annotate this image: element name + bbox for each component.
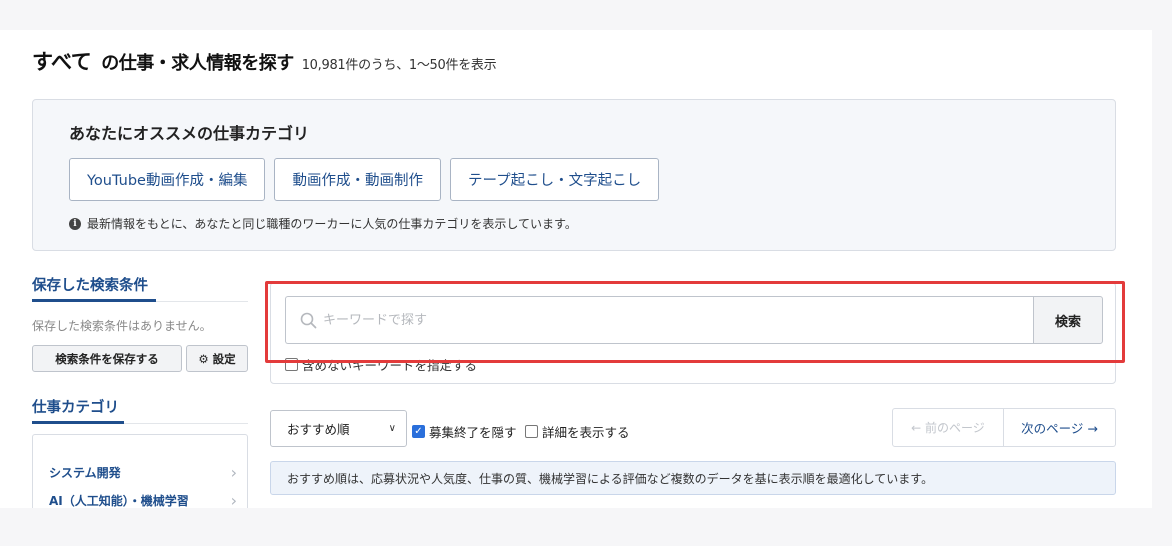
settings-label: 設定 bbox=[212, 351, 236, 366]
exclude-keyword-checkbox[interactable] bbox=[285, 358, 298, 371]
recommend-title: あなたにオススメの仕事カテゴリ bbox=[69, 124, 310, 143]
show-details-label: 詳細を表示する bbox=[542, 425, 630, 440]
pager: ← 前のページ 次のページ → bbox=[892, 408, 1116, 447]
sort-select[interactable]: おすすめ順 ∨ bbox=[270, 410, 407, 447]
search-row: 検索 bbox=[285, 296, 1103, 344]
show-details-option[interactable]: 詳細を表示する bbox=[525, 422, 630, 441]
recommend-note-text: 最新情報をもとに、あなたと同じ職種のワーカーに人気の仕事カテゴリを表示しています… bbox=[87, 217, 577, 231]
search-input-wrapper bbox=[285, 296, 1033, 344]
category-list: システム開発 › AI（人工知能）・機械学習 › bbox=[32, 434, 248, 508]
exclude-keyword-toggle[interactable]: 含めないキーワードを指定する bbox=[285, 355, 477, 374]
hide-closed-checkbox[interactable]: ✓ bbox=[412, 425, 425, 438]
category-label: システム開発 bbox=[49, 465, 121, 480]
show-details-checkbox[interactable] bbox=[525, 425, 538, 438]
chevron-down-icon: ∨ bbox=[388, 423, 396, 434]
category-item-system[interactable]: システム開発 › bbox=[33, 461, 247, 483]
settings-button[interactable]: ⚙ 設定 bbox=[186, 345, 248, 372]
search-panel: 検索 含めないキーワードを指定する bbox=[270, 282, 1116, 384]
page-title: すべて の仕事・求人情報を探す 10,981件のうち、1〜50件を表示 bbox=[32, 46, 497, 76]
sort-row: おすすめ順 ∨ ✓ 募集終了を隠す 詳細を表示する ← 前のページ 次のページ … bbox=[270, 408, 1116, 447]
category-item-ai[interactable]: AI（人工知能）・機械学習 › bbox=[33, 489, 247, 509]
saved-search-empty: 保存した検索条件はありません。 bbox=[32, 319, 212, 333]
page: すべて の仕事・求人情報を探す 10,981件のうち、1〜50件を表示 あなたに… bbox=[0, 30, 1152, 508]
recommend-panel: あなたにオススメの仕事カテゴリ YouTube動画作成・編集 動画作成・動画制作… bbox=[32, 99, 1116, 251]
chevron-right-icon: › bbox=[230, 490, 237, 509]
search-input[interactable] bbox=[323, 312, 1033, 328]
search-icon bbox=[300, 312, 317, 328]
saved-search-actions: 検索条件を保存する ⚙ 設定 bbox=[32, 345, 248, 372]
search-button[interactable]: 検索 bbox=[1033, 296, 1103, 344]
recommend-button-youtube[interactable]: YouTube動画作成・編集 bbox=[69, 158, 266, 201]
saved-search-heading: 保存した検索条件 bbox=[32, 274, 248, 302]
prev-page-button[interactable]: ← 前のページ bbox=[892, 408, 1004, 447]
recommend-note: i 最新情報をもとに、あなたと同じ職種のワーカーに人気の仕事カテゴリを表示してい… bbox=[69, 215, 577, 232]
recommend-button-video[interactable]: 動画作成・動画制作 bbox=[274, 158, 441, 201]
result-count: 10,981件のうち、1〜50件を表示 bbox=[301, 58, 497, 73]
title-category: すべて bbox=[32, 50, 92, 74]
gear-icon: ⚙ bbox=[198, 351, 209, 366]
info-icon: i bbox=[69, 217, 81, 230]
title-text: の仕事・求人情報を探す bbox=[101, 53, 294, 74]
sort-note: おすすめ順は、応募状況や人気度、仕事の質、機械学習による評価など複数のデータを基… bbox=[270, 461, 1116, 495]
category-heading: 仕事カテゴリ bbox=[32, 396, 248, 424]
sidebar: 保存した検索条件 保存した検索条件はありません。 検索条件を保存する ⚙ 設定 … bbox=[32, 274, 248, 508]
category-label: AI（人工知能）・機械学習 bbox=[49, 493, 189, 508]
recommend-button-transcription[interactable]: テープ起こし・文字起こし bbox=[449, 158, 660, 201]
recommend-buttons: YouTube動画作成・編集 動画作成・動画制作 テープ起こし・文字起こし bbox=[69, 158, 660, 201]
sort-selected: おすすめ順 bbox=[287, 422, 350, 437]
chevron-right-icon: › bbox=[230, 462, 237, 482]
hide-closed-option[interactable]: ✓ 募集終了を隠す bbox=[412, 422, 517, 441]
exclude-keyword-label: 含めないキーワードを指定する bbox=[302, 358, 478, 373]
hide-closed-label: 募集終了を隠す bbox=[429, 425, 517, 440]
save-search-button[interactable]: 検索条件を保存する bbox=[32, 345, 182, 372]
next-page-button[interactable]: 次のページ → bbox=[1004, 408, 1116, 447]
